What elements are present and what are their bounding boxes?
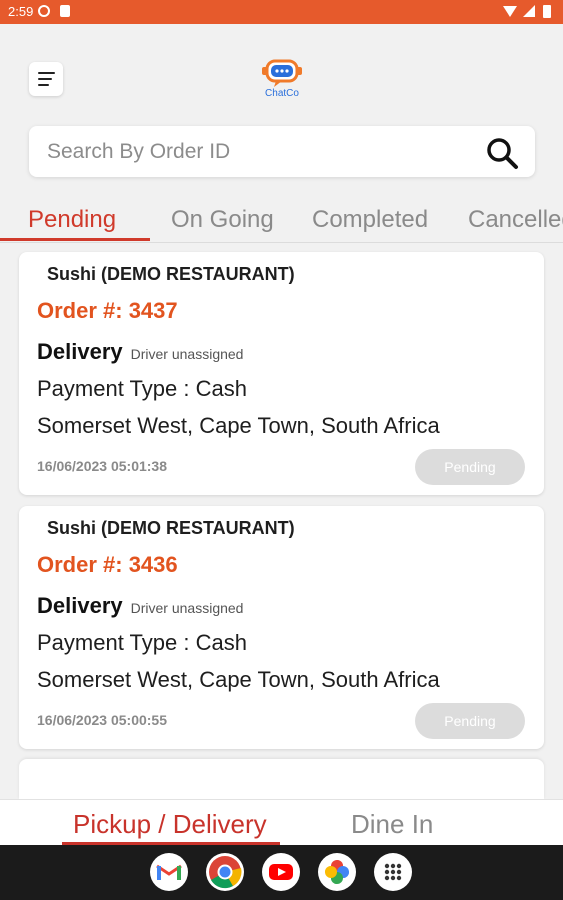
app-drawer-icon[interactable] [374, 853, 412, 891]
youtube-icon[interactable] [262, 853, 300, 891]
payment-type: Payment Type : Cash [37, 630, 247, 655]
order-datetime: 16/06/2023 05:01:38 [37, 458, 167, 474]
logo-text: ChatCo [265, 88, 299, 99]
menu-icon-line [38, 84, 49, 86]
driver-status: Driver unassigned [130, 600, 244, 616]
delivery-address: Somerset West, Cape Town, South Africa [37, 667, 440, 692]
chat-bubble-icon [262, 59, 302, 87]
menu-icon [38, 72, 55, 74]
menu-icon-line [38, 78, 52, 80]
restaurant-name: Sushi (DEMO RESTAURANT) [47, 264, 295, 284]
order-number: Order #: 3436 [37, 552, 178, 577]
order-status-tabs: Pending On Going Completed Cancelled [0, 198, 563, 243]
status-button[interactable]: Pending [415, 703, 525, 739]
gmail-icon[interactable] [150, 853, 188, 891]
driver-status: Driver unassigned [130, 346, 244, 362]
restaurant-name: Sushi (DEMO RESTAURANT) [47, 518, 295, 538]
notification-icon [38, 5, 50, 17]
sd-card-icon [60, 5, 70, 17]
tab-completed[interactable]: Completed [312, 206, 428, 234]
tab-cancelled[interactable]: Cancelled [468, 206, 563, 234]
delivery-address: Somerset West, Cape Town, South Africa [37, 413, 440, 438]
tab-pickup-delivery[interactable]: Pickup / Delivery [73, 809, 267, 840]
tab-on-going[interactable]: On Going [171, 206, 274, 234]
status-time: 2:59 [8, 4, 34, 19]
tab-pending[interactable]: Pending [28, 206, 116, 234]
signal-icon [523, 5, 535, 17]
order-card[interactable]: Sushi (DEMO RESTAURANT) Order #: 3436 De… [19, 506, 544, 749]
order-datetime: 16/06/2023 05:00:55 [37, 712, 167, 728]
order-card-partial[interactable] [19, 759, 544, 799]
search-icon[interactable] [485, 136, 519, 170]
bottom-tabs: Pickup / Delivery Dine In [0, 799, 563, 845]
order-type-row: Delivery Driver unassigned [37, 593, 243, 619]
status-bar: 2:59 [0, 0, 563, 24]
active-tab-indicator [0, 238, 150, 241]
search-bar [29, 126, 535, 177]
order-number: Order #: 3437 [37, 298, 178, 323]
order-type-row: Delivery Driver unassigned [37, 339, 243, 365]
order-type: Delivery [37, 339, 123, 364]
order-type: Delivery [37, 593, 123, 618]
status-button[interactable]: Pending [415, 449, 525, 485]
search-input[interactable] [47, 136, 467, 167]
app-logo: ChatCo [254, 56, 310, 102]
menu-button[interactable] [29, 62, 63, 96]
wifi-icon [503, 6, 517, 17]
photos-icon[interactable] [318, 853, 356, 891]
app-dock [0, 845, 563, 900]
order-card[interactable]: Sushi (DEMO RESTAURANT) Order #: 3437 De… [19, 252, 544, 495]
chrome-icon[interactable] [206, 853, 244, 891]
payment-type: Payment Type : Cash [37, 376, 247, 401]
tab-dine-in[interactable]: Dine In [351, 809, 433, 840]
battery-icon [543, 5, 551, 18]
